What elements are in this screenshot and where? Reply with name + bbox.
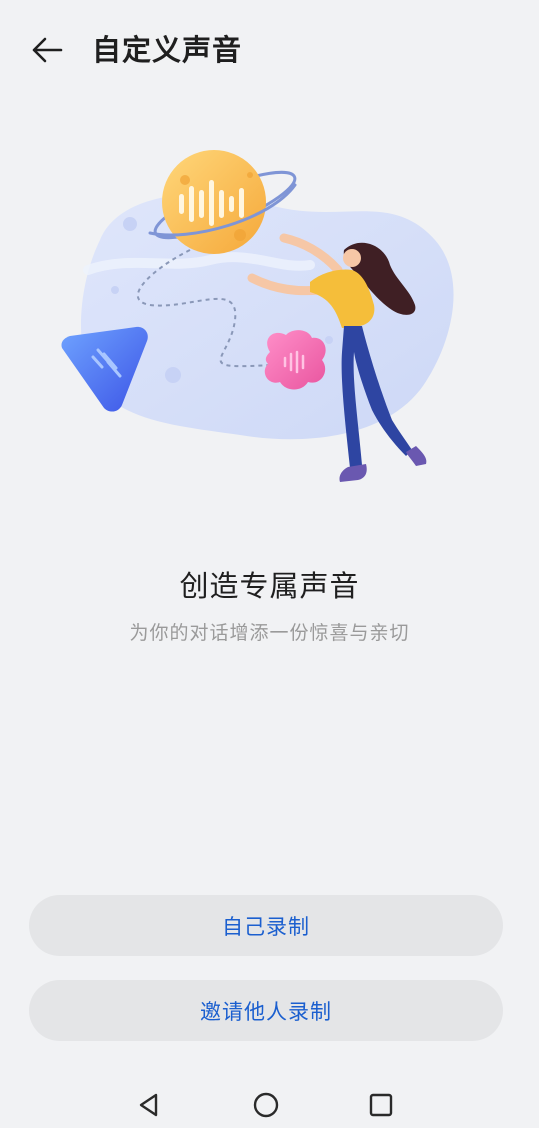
invite-others-record-button[interactable]: 邀请他人录制 [29,980,503,1041]
nav-recents-button[interactable] [361,1088,401,1122]
headline: 创造专属声音 [179,569,360,603]
subline: 为你的对话增添一份惊喜与亲切 [129,622,410,644]
record-self-button[interactable]: 自己录制 [29,895,503,956]
nav-home-button[interactable] [246,1088,286,1122]
circle-home-icon [253,1092,279,1118]
custom-voice-illustration [61,150,454,482]
system-nav-bar [0,1080,539,1128]
arrow-left-icon [32,37,63,63]
app-header: 自定义声音 [0,0,539,100]
triangle-back-icon [139,1093,158,1117]
page-title: 自定义声音 [92,33,243,67]
square-recents-icon [369,1093,393,1117]
back-button[interactable] [22,28,72,72]
nav-back-button[interactable] [129,1088,169,1122]
